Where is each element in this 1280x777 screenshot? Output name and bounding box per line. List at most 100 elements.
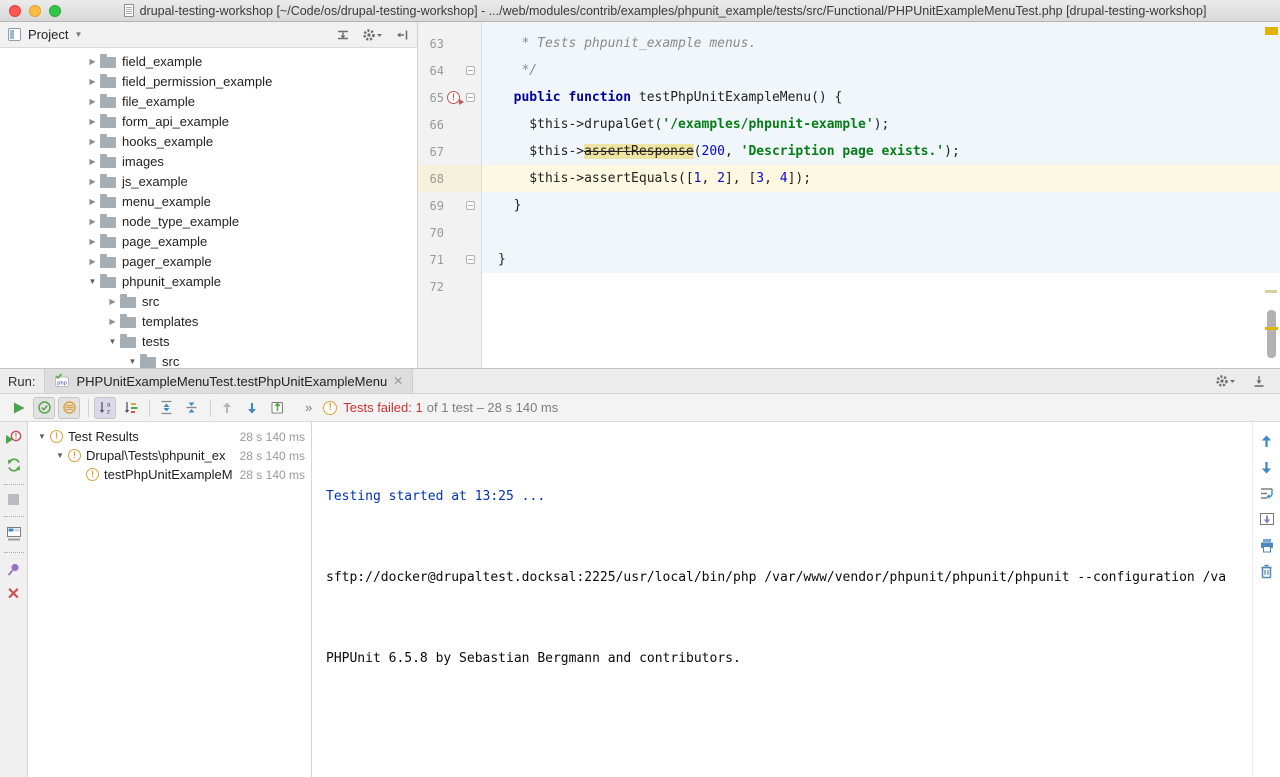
code-line-69[interactable]: 69 }	[418, 192, 1280, 219]
next-failed-test-button[interactable]	[241, 397, 263, 419]
restore-layout-icon[interactable]	[6, 526, 22, 541]
tree-item-field_example[interactable]: ▶field_example	[0, 51, 417, 71]
code-line-65[interactable]: 65 public function testPhpUnitExampleMen…	[418, 84, 1280, 111]
close-tab-icon[interactable]: ✕	[393, 375, 403, 387]
run-label: Run:	[8, 374, 35, 389]
print-icon[interactable]	[1259, 538, 1275, 553]
down-the-stacktrace-icon[interactable]	[1259, 460, 1274, 475]
tree-item-hooks_example[interactable]: ▶hooks_example	[0, 131, 417, 151]
code-line-71[interactable]: 71}	[418, 246, 1280, 273]
console-line-command: sftp://docker@drupaltest.docksal:2225/us…	[326, 564, 1252, 591]
rerun-button[interactable]	[8, 397, 30, 419]
fold-marker-icon[interactable]	[466, 201, 475, 210]
tree-item-page_example[interactable]: ▶page_example	[0, 231, 417, 251]
code-line-70[interactable]: 70	[418, 219, 1280, 246]
warning-stripe-marker	[1265, 327, 1278, 330]
run-tab[interactable]: php PHPUnitExampleMenuTest.testPhpUnitEx…	[44, 369, 413, 393]
folder-icon	[100, 257, 116, 268]
test-console-output[interactable]: Testing started at 13:25 ... sftp://dock…	[312, 422, 1252, 777]
sort-alphabetically-toggle[interactable]: az	[94, 397, 116, 419]
code-line-63[interactable]: 63 * Tests phpunit_example menus.	[418, 30, 1280, 57]
minimize-window-button[interactable]	[29, 5, 41, 17]
toolbar-overflow-chevrons-icon[interactable]: »	[305, 400, 313, 415]
gear-icon[interactable]	[362, 28, 383, 42]
collapsed-arrow-icon[interactable]: ▶	[85, 197, 100, 206]
pin-tab-icon[interactable]	[6, 562, 21, 577]
expanded-arrow-icon[interactable]: ▼	[105, 337, 120, 346]
collapsed-arrow-icon[interactable]: ▶	[85, 257, 100, 266]
divider	[4, 516, 24, 517]
collapse-all-button[interactable]	[180, 397, 202, 419]
test-suite-row[interactable]: ▼ Drupal\Tests\phpunit_ex 28 s 140 ms	[28, 446, 311, 465]
rerun-failed-test-gutter-icon[interactable]	[447, 91, 460, 104]
tree-item-tests[interactable]: ▼tests	[0, 331, 417, 351]
project-dropdown-caret-icon[interactable]: ▼	[74, 30, 82, 39]
hide-panel-icon[interactable]	[395, 28, 409, 42]
divider	[4, 484, 24, 485]
collapsed-arrow-icon[interactable]: ▶	[85, 77, 100, 86]
collapsed-arrow-icon[interactable]: ▶	[85, 177, 100, 186]
fold-marker-icon[interactable]	[466, 255, 475, 264]
hide-panel-icon[interactable]	[1252, 374, 1266, 388]
test-results-root-row[interactable]: ▼ Test Results 28 s 140 ms	[28, 427, 311, 446]
collapsed-arrow-icon[interactable]: ▶	[85, 137, 100, 146]
code-editor[interactable]: 63 * Tests phpunit_example menus. 64 */ …	[418, 22, 1280, 368]
locate-file-icon[interactable]	[336, 28, 350, 42]
collapsed-arrow-icon[interactable]: ▶	[85, 217, 100, 226]
close-run-panel-icon[interactable]: ✕	[7, 588, 20, 602]
fold-marker-icon[interactable]	[466, 66, 475, 75]
expanded-arrow-icon[interactable]: ▼	[52, 451, 68, 460]
collapsed-arrow-icon[interactable]: ▶	[85, 97, 100, 106]
expanded-arrow-icon[interactable]: ▼	[85, 277, 100, 286]
stop-icon[interactable]	[8, 494, 19, 505]
tree-item-images[interactable]: ▶images	[0, 151, 417, 171]
editor-scrollbar-thumb[interactable]	[1267, 310, 1276, 358]
show-ignored-toggle[interactable]	[58, 397, 80, 419]
up-the-stacktrace-icon[interactable]	[1259, 434, 1274, 449]
tree-item-field_permission_example[interactable]: ▶field_permission_example	[0, 71, 417, 91]
collapsed-arrow-icon[interactable]: ▶	[85, 157, 100, 166]
rerun-tests-icon[interactable]	[6, 457, 22, 473]
previous-failed-test-button[interactable]	[216, 397, 238, 419]
import-test-results-button[interactable]	[266, 397, 288, 419]
code-line-72[interactable]: 72	[418, 273, 1280, 300]
tree-item-form_api_example[interactable]: ▶form_api_example	[0, 111, 417, 131]
expand-all-button[interactable]	[155, 397, 177, 419]
collapsed-arrow-icon[interactable]: ▶	[85, 237, 100, 246]
collapsed-arrow-icon[interactable]: ▶	[85, 117, 100, 126]
sort-by-duration-button[interactable]	[119, 397, 141, 419]
console-right-toolbar	[1252, 422, 1280, 777]
code-line-66[interactable]: 66 $this->drupalGet('/examples/phpunit-e…	[418, 111, 1280, 138]
gear-icon[interactable]	[1215, 374, 1236, 388]
editor-error-stripe[interactable]	[1262, 22, 1280, 368]
svg-text:a: a	[106, 402, 110, 409]
tree-item-pager_example[interactable]: ▶pager_example	[0, 251, 417, 271]
tree-item-tests-src[interactable]: ▼src	[0, 351, 417, 368]
test-results-tree: ▼ Test Results 28 s 140 ms ▼ Drupal\Test…	[28, 422, 312, 777]
test-warning-icon	[86, 468, 99, 481]
collapsed-arrow-icon[interactable]: ▶	[85, 57, 100, 66]
tree-item-js_example[interactable]: ▶js_example	[0, 171, 417, 191]
tests-failed-status: Tests failed: 1	[343, 400, 423, 415]
clear-all-icon[interactable]	[1259, 564, 1274, 579]
collapsed-arrow-icon[interactable]: ▶	[105, 317, 120, 326]
show-passed-toggle[interactable]	[33, 397, 55, 419]
test-case-row[interactable]: testPhpUnitExampleM 28 s 140 ms	[28, 465, 311, 484]
scroll-to-end-icon[interactable]	[1259, 512, 1275, 527]
tree-item-file_example[interactable]: ▶file_example	[0, 91, 417, 111]
code-line-68-current[interactable]: 68 $this->assertEquals([1, 2], [3, 4]);	[418, 165, 1280, 192]
tree-item-templates[interactable]: ▶templates	[0, 311, 417, 331]
tree-item-menu_example[interactable]: ▶menu_example	[0, 191, 417, 211]
close-window-button[interactable]	[9, 5, 21, 17]
collapsed-arrow-icon[interactable]: ▶	[105, 297, 120, 306]
code-line-67[interactable]: 67 $this->assertResponse(200, 'Descripti…	[418, 138, 1280, 165]
expanded-arrow-icon[interactable]: ▼	[34, 432, 50, 441]
soft-wrap-icon[interactable]	[1259, 486, 1275, 501]
tree-item-src[interactable]: ▶src	[0, 291, 417, 311]
code-line-64[interactable]: 64 */	[418, 57, 1280, 84]
tree-item-phpunit_example[interactable]: ▼phpunit_example	[0, 271, 417, 291]
tree-item-node_type_example[interactable]: ▶node_type_example	[0, 211, 417, 231]
expanded-arrow-icon[interactable]: ▼	[125, 357, 140, 366]
rerun-failed-tests-icon[interactable]: !	[5, 430, 22, 446]
fold-marker-icon[interactable]	[466, 93, 475, 102]
